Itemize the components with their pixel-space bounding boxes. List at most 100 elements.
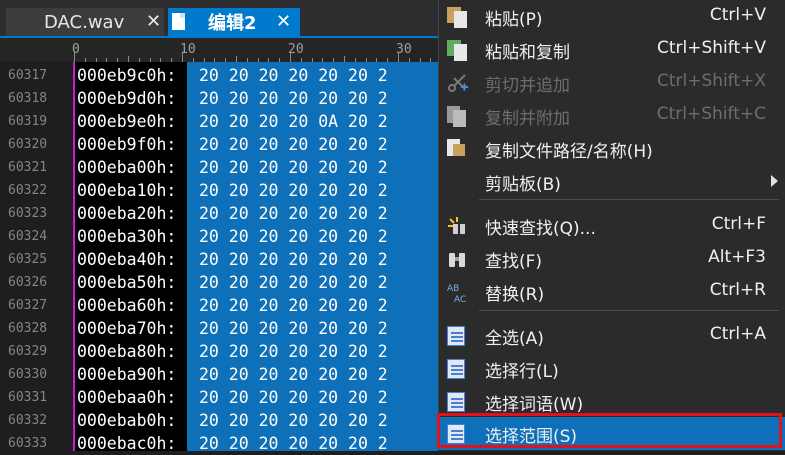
tab-dac-wav[interactable]: DAC.wav ✕ xyxy=(6,8,164,36)
menu-item-cut-append[interactable]: 剪切并追加 Ctrl+Shift+X xyxy=(439,66,785,99)
ruler-tick xyxy=(182,52,183,62)
tab-label: DAC.wav xyxy=(44,11,125,33)
ruler-tick xyxy=(398,52,399,62)
row-hex-bytes[interactable]: 20 20 20 20 20 20 2 xyxy=(199,294,388,317)
line-number: 60318 xyxy=(8,91,48,106)
row-hex-bytes[interactable]: 20 20 20 20 20 20 2 xyxy=(199,409,388,432)
svg-text:AB: AB xyxy=(447,284,459,294)
row-hex-bytes[interactable]: 20 20 20 20 20 20 2 xyxy=(199,133,388,156)
menu-item-paste-copy[interactable]: 粘贴和复制 Ctrl+Shift+V xyxy=(439,33,785,66)
row-hex-bytes[interactable]: 20 20 20 20 20 20 2 xyxy=(199,202,388,225)
line-number: 60325 xyxy=(8,252,48,267)
menu-label: 粘贴(P) xyxy=(485,10,543,30)
line-number: 60329 xyxy=(8,344,48,359)
menu-label: 剪切并追加 xyxy=(485,76,570,96)
menu-shortcut: Ctrl+V xyxy=(709,5,766,25)
paste-copy-icon xyxy=(447,40,467,61)
copy-path-icon xyxy=(447,139,467,159)
tab-edit2[interactable]: 编辑2 ✕ xyxy=(168,8,300,36)
replace-icon: AB AC xyxy=(447,282,467,305)
menu-label: 快速查找(Q)... xyxy=(485,219,596,239)
close-icon[interactable]: ✕ xyxy=(146,11,161,32)
menu-item-replace[interactable]: AB AC 替换(R) Ctrl+R xyxy=(439,275,785,308)
menu-label: 选择行(L) xyxy=(485,362,559,382)
row-hex-bytes[interactable]: 20 20 20 20 20 20 2 xyxy=(199,340,388,363)
line-number: 60331 xyxy=(8,390,48,405)
menu-label: 剪贴板(B) xyxy=(485,175,561,195)
menu-label: 全选(A) xyxy=(485,329,544,349)
file-icon xyxy=(172,13,185,30)
hex-bytes-column[interactable]: 20 20 20 20 20 20 2 20 20 20 20 20 20 2 20… xyxy=(187,62,447,451)
select-line-icon xyxy=(447,359,467,379)
row-address: 000eb9e0h: xyxy=(77,112,177,131)
row-address: 000eba80h: xyxy=(77,342,177,361)
line-number: 60327 xyxy=(8,298,48,313)
menu-item-paste[interactable]: 粘贴(P) Ctrl+V xyxy=(439,0,785,33)
menu-item-quick-find[interactable]: 快速查找(Q)... Ctrl+F xyxy=(439,209,785,242)
menu-item-copy-path[interactable]: 复制文件路径/名称(H) xyxy=(439,132,785,165)
select-word-icon xyxy=(447,392,467,412)
menu-shortcut: Alt+F3 xyxy=(708,247,766,267)
menu-item-select-all[interactable]: 全选(A) Ctrl+A xyxy=(439,319,785,352)
line-number: 60323 xyxy=(8,206,48,221)
row-hex-bytes[interactable]: 20 20 20 20 20 20 2 xyxy=(199,248,388,271)
line-number: 60326 xyxy=(8,275,48,290)
menu-item-clipboard[interactable]: 剪贴板(B) xyxy=(439,165,785,198)
menu-shortcut: Ctrl+A xyxy=(709,324,766,344)
line-number: 60317 xyxy=(8,68,48,83)
row-address: 000ebac0h: xyxy=(77,434,177,453)
paste-icon xyxy=(447,7,467,28)
row-hex-bytes[interactable]: 20 20 20 20 20 20 2 xyxy=(199,386,388,409)
row-address: 000eba40h: xyxy=(77,250,177,269)
line-number: 60320 xyxy=(8,137,48,152)
menu-separator xyxy=(479,199,779,200)
line-number: 60332 xyxy=(8,413,48,428)
row-address: 000eba90h: xyxy=(77,365,177,384)
row-address: 000eba70h: xyxy=(77,319,177,338)
line-number: 60333 xyxy=(8,436,48,451)
line-number: 60319 xyxy=(8,114,48,129)
row-hex-bytes[interactable]: 20 20 20 20 20 20 2 xyxy=(199,225,388,248)
row-hex-bytes[interactable]: 20 20 20 20 20 20 2 xyxy=(199,156,388,179)
menu-label: 替换(R) xyxy=(485,285,545,305)
binoculars-icon xyxy=(447,249,467,269)
row-hex-bytes[interactable]: 20 20 20 20 20 20 2 xyxy=(199,179,388,202)
line-number: 60328 xyxy=(8,321,48,336)
row-address: 000eba10h: xyxy=(77,181,177,200)
line-number-gutter: 60317 60318 60319 60320 60321 60322 60323 60324… xyxy=(0,62,72,451)
line-number: 60322 xyxy=(8,183,48,198)
menu-item-select-line[interactable]: 选择行(L) xyxy=(439,352,785,385)
menu-label: 复制并附加 xyxy=(485,109,570,129)
row-address: 000ebab0h: xyxy=(77,411,177,430)
menu-shortcut: Ctrl+F xyxy=(711,214,766,234)
row-address: 000ebaa0h: xyxy=(77,388,177,407)
ruler-tick xyxy=(74,52,75,62)
line-number: 60324 xyxy=(8,229,48,244)
context-menu: 粘贴(P) Ctrl+V 粘贴和复制 Ctrl+Shift+V 剪切并追加 Ct… xyxy=(438,0,785,451)
address-column[interactable]: 000eb9c0h: 000eb9d0h: 000eb9e0h: 000eb9f0h:… xyxy=(75,62,187,453)
row-hex-bytes[interactable]: 20 20 20 20 20 20 2 xyxy=(199,271,388,294)
row-hex-bytes[interactable]: 20 20 20 20 20 20 2 xyxy=(199,87,388,110)
row-hex-bytes[interactable]: 20 20 20 20 20 20 2 xyxy=(199,64,388,87)
menu-shortcut: Ctrl+Shift+V xyxy=(656,38,766,58)
row-hex-bytes[interactable]: 20 20 20 20 20 20 2 xyxy=(199,363,388,386)
line-number: 60330 xyxy=(8,367,48,382)
row-hex-bytes[interactable]: 20 20 20 20 0A 20 2 xyxy=(199,110,388,133)
row-address: 000eb9f0h: xyxy=(77,135,177,154)
row-address: 000eb9d0h: xyxy=(77,89,177,108)
ruler-tick xyxy=(290,52,291,62)
svg-text:AC: AC xyxy=(454,295,466,304)
close-icon[interactable]: ✕ xyxy=(276,11,291,32)
row-address: 000eba30h: xyxy=(77,227,177,246)
row-address: 000eba60h: xyxy=(77,296,177,315)
row-address: 000eba50h: xyxy=(77,273,177,292)
menu-label: 复制文件路径/名称(H) xyxy=(485,142,653,162)
row-hex-bytes[interactable]: 20 20 20 20 20 20 2 xyxy=(199,432,388,451)
menu-item-find[interactable]: 查找(F) Alt+F3 xyxy=(439,242,785,275)
row-hex-bytes[interactable]: 20 20 20 20 20 20 2 xyxy=(199,317,388,340)
menu-label: 查找(F) xyxy=(485,252,543,272)
menu-item-copy-append[interactable]: 复制并附加 Ctrl+Shift+C xyxy=(439,99,785,132)
menu-shortcut: Ctrl+Shift+C xyxy=(656,104,766,124)
menu-label: 粘贴和复制 xyxy=(485,43,570,63)
select-all-icon xyxy=(447,326,467,346)
